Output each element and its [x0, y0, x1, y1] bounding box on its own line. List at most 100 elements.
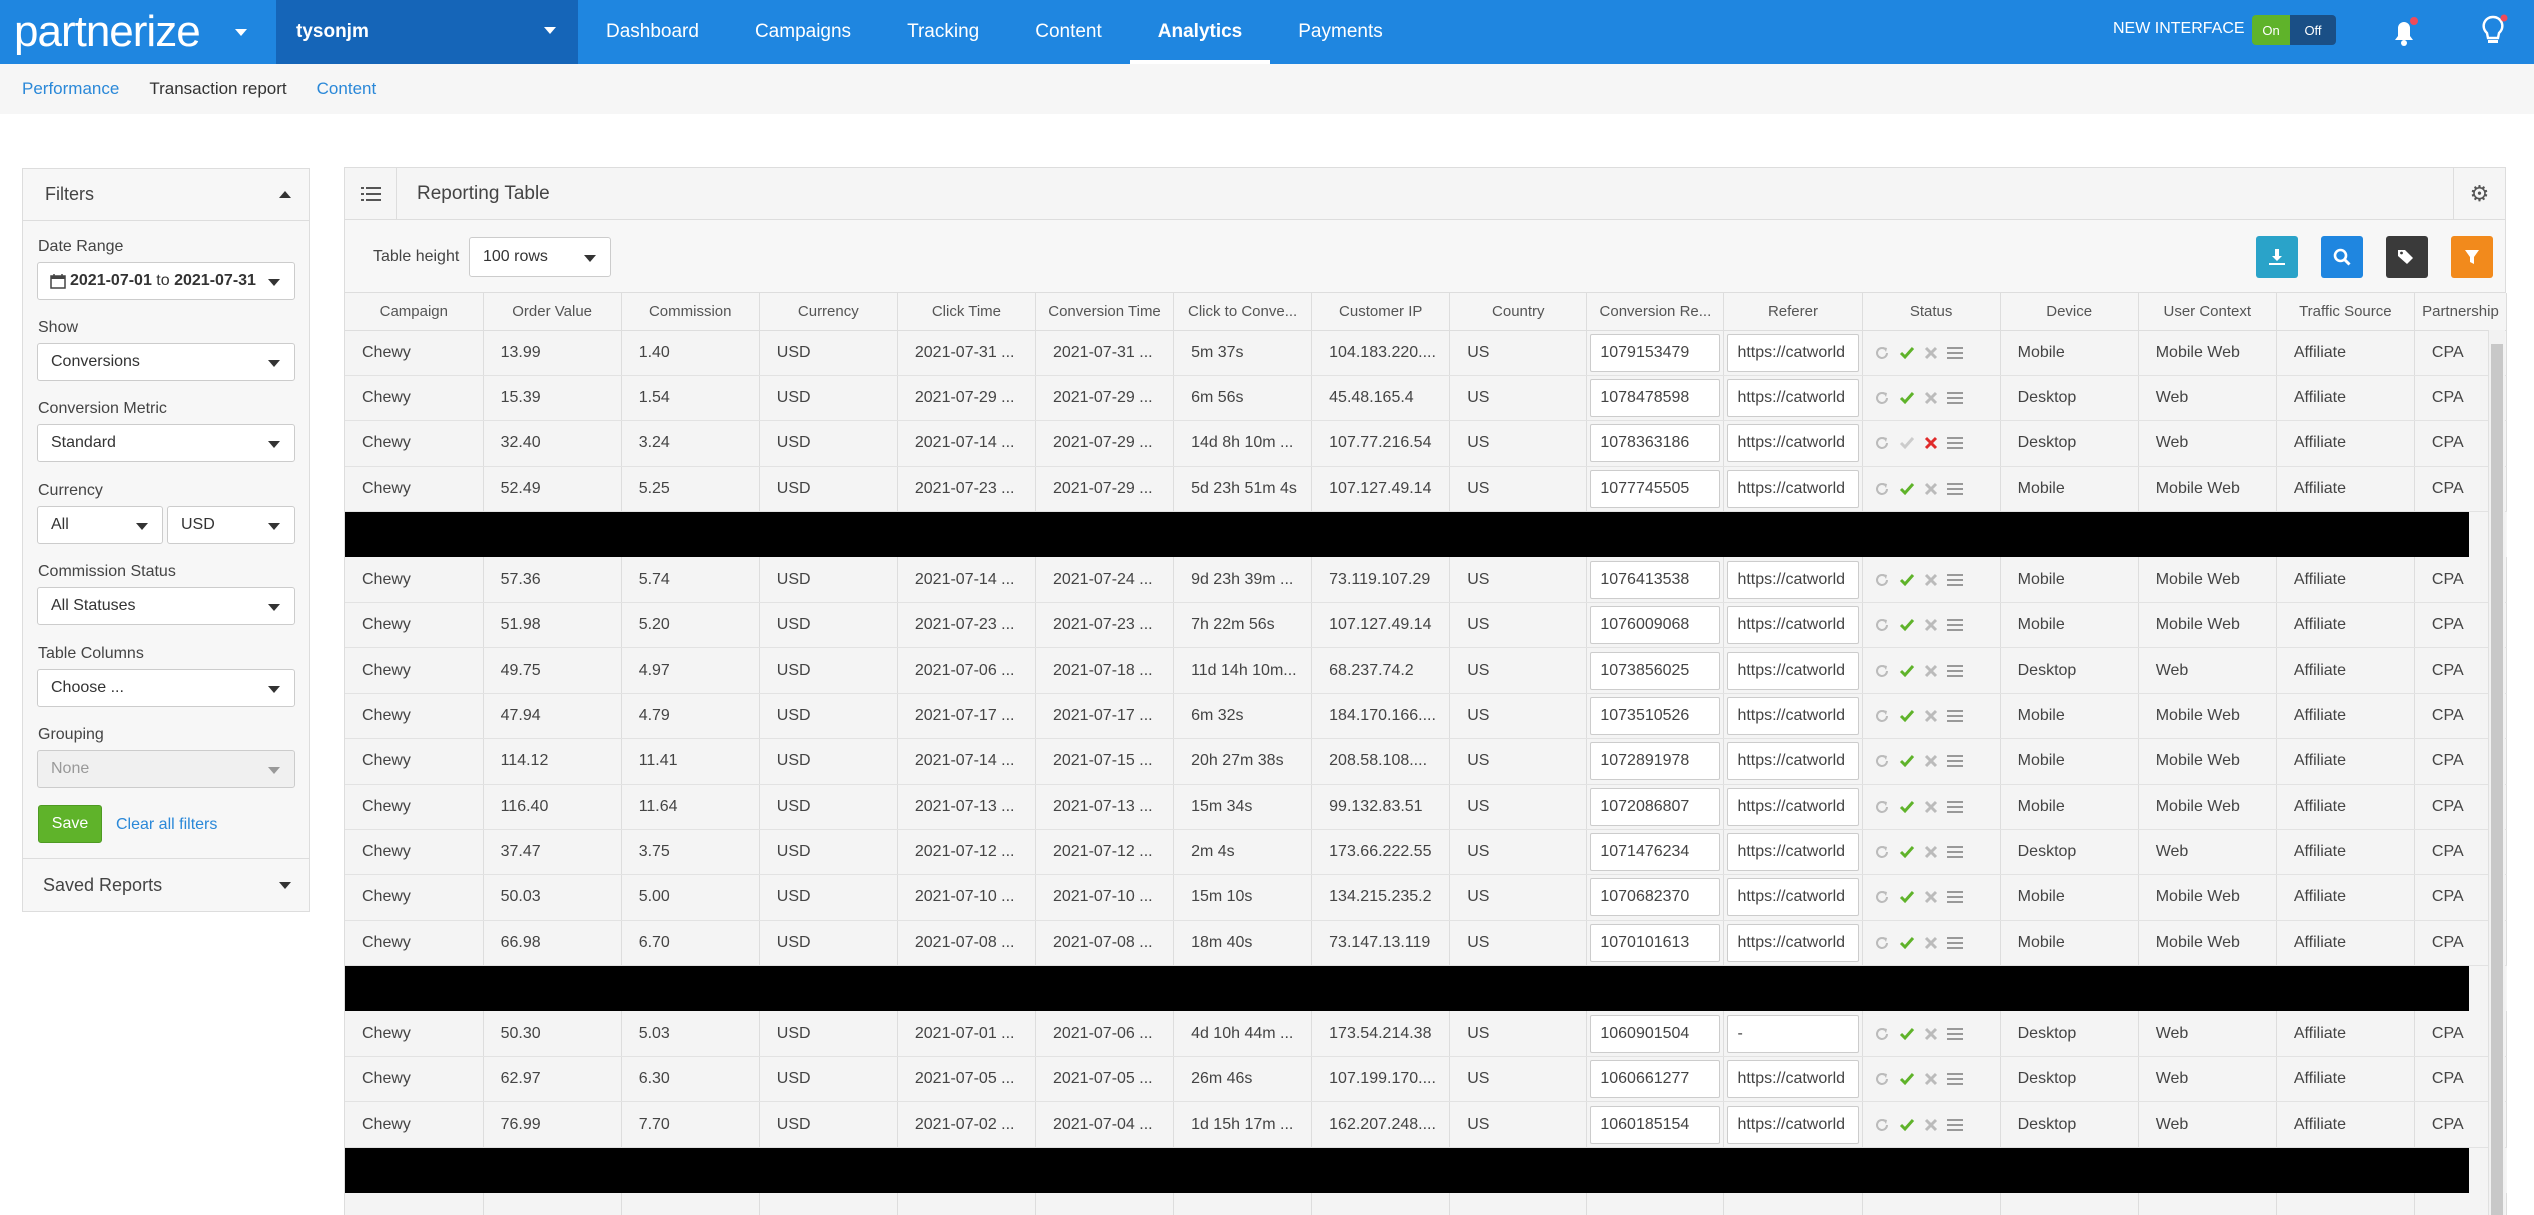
refresh-icon[interactable] [1874, 753, 1890, 769]
referer-cell[interactable]: https://catworld [1723, 557, 1863, 603]
table-row[interactable]: Chewy 57.36 5.74 USD 2021-07-14 ... 2021-07-2… [345, 557, 2508, 603]
referer-cell[interactable]: https://catworld [1723, 1056, 1863, 1103]
refresh-icon[interactable] [1874, 572, 1890, 588]
nav-dashboard[interactable]: Dashboard [578, 0, 727, 64]
referer-cell[interactable]: https://catworld [1723, 784, 1863, 830]
menu-icon[interactable] [1946, 391, 1963, 405]
referer-input[interactable]: https://catworld [1727, 787, 1859, 826]
refresh-icon[interactable] [1874, 935, 1890, 951]
referer-input[interactable]: https://catworld [1727, 1105, 1859, 1144]
save-button[interactable]: Save [38, 805, 102, 843]
conversion-metric-select[interactable]: Standard [37, 424, 295, 462]
referer-input[interactable]: - [1727, 1014, 1859, 1053]
approve-check-icon[interactable] [1899, 481, 1915, 497]
table-row[interactable]: Chewy 52.49 5.25 USD 2021-07-23 ... 2021-07-2… [345, 466, 2508, 513]
menu-icon[interactable] [1946, 754, 1963, 768]
column-header[interactable]: Customer IP [1311, 293, 1451, 331]
column-header[interactable]: Click Time [897, 293, 1036, 331]
menu-icon[interactable] [1946, 573, 1963, 587]
filters-header[interactable]: Filters [23, 169, 309, 221]
table-row[interactable]: Chewy 15.39 1.54 USD 2021-07-29 ... 2021-07-2… [345, 375, 2508, 422]
notifications-bell-icon[interactable] [2387, 16, 2421, 48]
conversion-ref-input[interactable]: 1072891978 [1590, 742, 1721, 781]
gear-icon[interactable]: ⚙ [2453, 168, 2505, 220]
referer-input[interactable]: https://catworld [1727, 742, 1859, 781]
referer-input[interactable]: https://catworld [1727, 333, 1859, 372]
column-header[interactable]: Device [2000, 293, 2139, 331]
referer-input[interactable]: https://catworld [1727, 833, 1859, 872]
column-header[interactable]: User Context [2138, 293, 2277, 331]
table-row[interactable]: Chewy 66.98 6.70 USD 2021-07-08 ... 2021-07-0… [345, 920, 2508, 967]
conversion-ref-cell[interactable]: 1060901504 [1586, 1011, 1725, 1057]
table-row[interactable]: Chewy 116.40 11.64 USD 2021-07-13 ... 2021-07… [345, 784, 2508, 830]
status-cell[interactable] [1862, 829, 2001, 876]
conversion-ref-cell[interactable]: 1073856025 [1586, 647, 1725, 694]
approve-check-icon[interactable] [1899, 390, 1915, 406]
refresh-icon[interactable] [1874, 345, 1890, 361]
column-header[interactable]: Traffic Source [2276, 293, 2415, 331]
status-cell[interactable] [1862, 420, 2001, 467]
table-columns-select[interactable]: Choose ... [37, 669, 295, 707]
approve-check-icon[interactable] [1899, 1117, 1915, 1133]
conversion-ref-cell[interactable]: 1076009068 [1586, 602, 1725, 649]
lightbulb-icon[interactable] [2478, 14, 2508, 48]
refresh-icon[interactable] [1874, 889, 1890, 905]
reject-x-icon[interactable] [1924, 845, 1938, 859]
referer-cell[interactable]: https://catworld [1723, 375, 1863, 422]
menu-icon[interactable] [1946, 618, 1963, 632]
referer-input[interactable]: https://catworld [1727, 606, 1859, 645]
refresh-icon[interactable] [1874, 481, 1890, 497]
partnerize-logo[interactable]: partnerize [14, 7, 201, 56]
new-interface-toggle[interactable]: On Off [2252, 15, 2336, 45]
referer-cell[interactable]: https://catworld [1723, 693, 1863, 740]
table-row[interactable]: Chewy 50.30 5.03 USD 2021-07-01 ... 2021-07-0… [345, 1011, 2508, 1057]
menu-icon[interactable] [1946, 845, 1963, 859]
referer-cell[interactable]: https://catworld [1723, 330, 1863, 376]
toggle-off[interactable]: Off [2290, 15, 2336, 45]
referer-cell[interactable]: https://catworld [1723, 738, 1863, 785]
conversion-ref-input[interactable]: 1070101613 [1590, 923, 1721, 962]
column-header[interactable]: Order Value [483, 293, 622, 331]
referer-cell[interactable]: https://catworld [1723, 602, 1863, 649]
saved-reports-header[interactable]: Saved Reports [23, 858, 309, 911]
reject-x-icon[interactable] [1924, 618, 1938, 632]
subnav-transaction-report[interactable]: Transaction report [149, 79, 286, 99]
referer-cell[interactable]: https://catworld [1723, 466, 1863, 513]
column-header[interactable]: Campaign [345, 293, 484, 331]
approve-check-icon[interactable] [1899, 753, 1915, 769]
reject-x-icon[interactable] [1924, 936, 1938, 950]
approve-check-icon[interactable] [1899, 708, 1915, 724]
referer-input[interactable]: https://catworld [1727, 696, 1859, 735]
conversion-ref-cell[interactable]: 1079153479 [1586, 330, 1725, 376]
nav-tracking[interactable]: Tracking [879, 0, 1007, 64]
approve-check-icon[interactable] [1899, 435, 1915, 451]
status-cell[interactable] [1862, 602, 2001, 649]
conversion-ref-cell[interactable]: 1073510526 [1586, 693, 1725, 740]
conversion-ref-input[interactable]: 1078478598 [1590, 379, 1721, 418]
referer-input[interactable]: https://catworld [1727, 560, 1859, 599]
approve-check-icon[interactable] [1899, 935, 1915, 951]
refresh-icon[interactable] [1874, 390, 1890, 406]
subnav-performance[interactable]: Performance [22, 79, 119, 99]
table-row[interactable]: Chewy 32.40 3.24 USD 2021-07-14 ... 2021-07-2… [345, 420, 2508, 467]
column-header[interactable]: Status [1862, 293, 2001, 331]
referer-input[interactable]: https://catworld [1727, 424, 1859, 463]
menu-icon[interactable] [1946, 890, 1963, 904]
referer-cell[interactable]: - [1723, 1011, 1863, 1057]
conversion-ref-cell[interactable]: 1072086807 [1586, 784, 1725, 830]
conversion-ref-input[interactable]: 1073856025 [1590, 651, 1721, 690]
account-switcher[interactable]: tysonjm [276, 0, 578, 64]
conversion-ref-input[interactable]: 1076413538 [1590, 560, 1721, 599]
menu-icon[interactable] [1946, 800, 1963, 814]
menu-icon[interactable] [1946, 1118, 1963, 1132]
approve-check-icon[interactable] [1899, 617, 1915, 633]
table-row[interactable]: Chewy 37.47 3.75 USD 2021-07-12 ... 2021-07-1… [345, 829, 2508, 876]
conversion-ref-input[interactable]: 1078363186 [1590, 424, 1721, 463]
nav-campaigns[interactable]: Campaigns [727, 0, 879, 64]
reject-x-icon[interactable] [1924, 800, 1938, 814]
status-cell[interactable] [1862, 693, 2001, 740]
referer-input[interactable]: https://catworld [1727, 379, 1859, 418]
status-cell[interactable] [1862, 1101, 2001, 1148]
reject-x-icon[interactable] [1924, 436, 1938, 450]
column-header[interactable]: Click to Conve... [1173, 293, 1313, 331]
